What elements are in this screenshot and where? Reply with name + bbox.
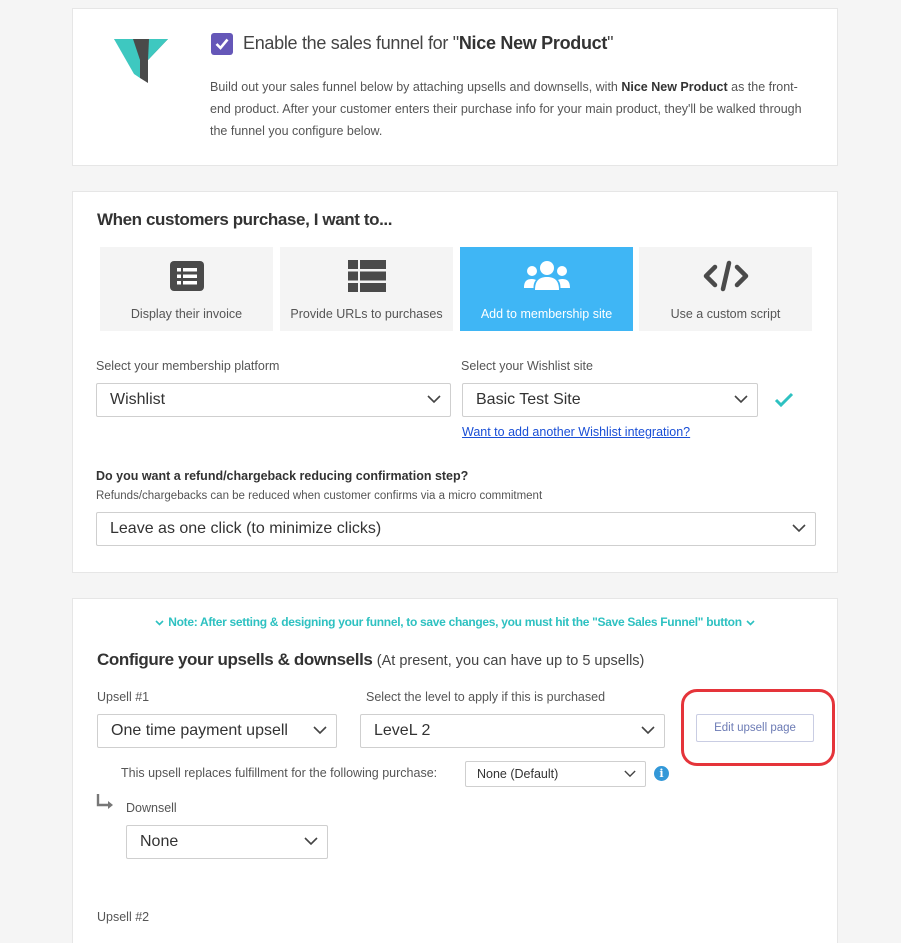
enable-funnel-card: Enable the sales funnel for "Nice New Pr… [72,8,838,166]
chevron-down-icon [304,837,318,846]
site-verified-check-icon [774,392,794,408]
invoice-list-icon [169,257,205,295]
refund-subtext: Refunds/chargebacks can be reduced when … [96,490,543,502]
list-grid-icon [347,257,386,295]
option-label: Add to membership site [480,307,613,321]
enable-prefix: Enable the sales funnel for " [243,33,459,53]
refund-confirmation-select[interactable]: Leave as one click (to minimize clicks) [96,512,816,546]
upsell1-value: One time payment upsell [111,722,288,739]
enable-suffix: " [607,33,614,53]
platform-select[interactable]: Wishlist [96,383,451,417]
chevron-down-icon [155,620,164,626]
site-label: Select your Wishlist site [461,359,593,373]
checkmark-icon [215,38,229,50]
code-icon [703,257,749,295]
site-value: Basic Test Site [476,391,581,408]
option-label: Use a custom script [670,307,781,321]
replaces-value: None (Default) [477,767,559,781]
product-name: Nice New Product [458,33,608,53]
chevron-down-icon [427,395,441,404]
option-label: Display their invoice [130,307,243,321]
note-text: Note: After setting & designing your fun… [168,615,742,629]
users-icon [523,257,570,295]
upsell1-type-select[interactable]: One time payment upsell [97,714,337,748]
funnel-description: Build out your sales funnel below by att… [210,76,810,142]
refund-value: Leave as one click (to minimize clicks) [110,520,382,537]
upsells-title: Configure your upsells & downsells (At p… [97,650,644,670]
purchase-action-title: When customers purchase, I want to... [97,210,393,229]
downsell-label: Downsell [126,801,177,815]
upsells-title-text: Configure your upsells & downsells [97,650,373,669]
edit-upsell-page-button[interactable]: Edit upsell page [696,714,814,742]
chevron-down-icon [641,726,655,735]
downsell-select[interactable]: None [126,825,328,859]
purchase-action-card: When customers purchase, I want to... Di… [72,191,838,573]
enable-funnel-checkbox[interactable] [211,33,233,55]
chevron-down-icon [746,620,755,626]
upsells-title-sub: (At present, you can have up to 5 upsell… [376,653,645,669]
add-integration-link[interactable]: Want to add another Wishlist integration… [462,425,690,439]
replaces-label: This upsell replaces fulfillment for the… [121,766,438,780]
chevron-down-icon [734,395,748,404]
level-value: LeveL 2 [374,722,431,739]
option-provide-urls[interactable]: Provide URLs to purchases [280,247,453,331]
level-label: Select the level to apply if this is pur… [366,690,606,704]
platform-value: Wishlist [110,391,166,408]
platform-label: Select your membership platform [96,359,280,373]
chevron-down-icon [313,726,327,735]
downsell-value: None [140,833,179,850]
option-display-invoice[interactable]: Display their invoice [100,247,273,331]
upsell1-label: Upsell #1 [97,690,150,704]
desc-product: Nice New Product [621,80,728,94]
info-icon[interactable]: i [654,766,669,781]
option-custom-script[interactable]: Use a custom script [639,247,812,331]
upsells-card: Note: After setting & designing your fun… [72,598,838,943]
option-label: Provide URLs to purchases [290,307,443,321]
desc-part1: Build out your sales funnel below by att… [210,80,622,94]
option-add-membership[interactable]: Add to membership site [460,247,633,331]
downsell-arrow-icon [96,794,113,809]
wishlist-site-select[interactable]: Basic Test Site [462,383,758,417]
replaces-select[interactable]: None (Default) [465,761,646,787]
funnel-icon [114,39,168,83]
upsell2-label: Upsell #2 [97,910,150,924]
chevron-down-icon [792,524,806,533]
refund-question: Do you want a refund/chargeback reducing… [96,469,469,483]
save-note[interactable]: Note: After setting & designing your fun… [73,615,837,629]
enable-funnel-label[interactable]: Enable the sales funnel for "Nice New Pr… [243,33,613,54]
level-select[interactable]: LeveL 2 [360,714,665,748]
chevron-down-icon [624,770,636,778]
